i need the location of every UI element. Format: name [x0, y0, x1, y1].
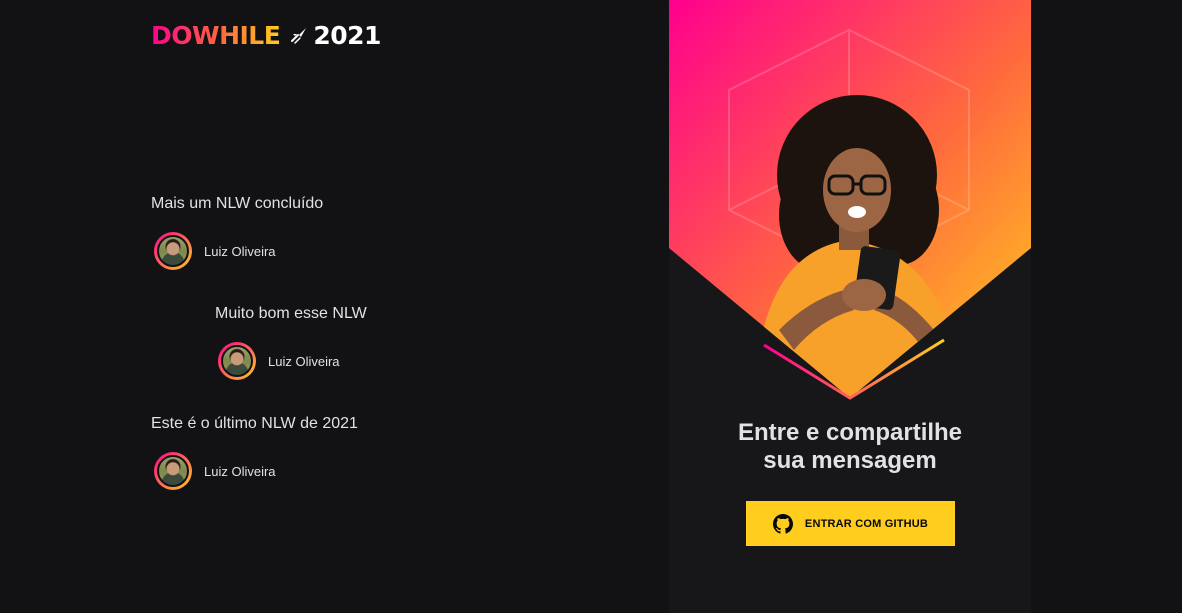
hero-banner [669, 0, 1031, 400]
avatar [221, 345, 253, 377]
avatar-ring [218, 342, 256, 380]
signin-title-line2: sua mensagem [763, 447, 937, 474]
avatar [157, 235, 189, 267]
signin-title-line1: Entre e compartilhe [737, 419, 963, 446]
avatar [157, 455, 189, 487]
message-text: Este é o último NLW de 2021 [151, 415, 358, 432]
github-button-label: ENTRAR COM GITHUB [804, 517, 929, 530]
message-author: Luiz Oliveira [151, 232, 591, 270]
message-item: Mais um NLW concluído Luiz Oliveira [151, 194, 591, 270]
github-icon [772, 513, 793, 534]
avatar-ring [154, 452, 192, 490]
dowhile-logo: DOWHILE 2021 [151, 20, 381, 52]
message-item: Este é o último NLW de 2021 Luiz Oliveir… [151, 414, 591, 490]
rocket-icon [291, 28, 307, 44]
author-name: Luiz Oliveira [204, 243, 276, 259]
logo-brand-text: DOWHILE [151, 21, 281, 50]
app-page: DOWHILE 2021 Mais um NLW concluído Luiz … [0, 0, 1182, 613]
hero-illustration [669, 0, 1031, 400]
message-item: Muito bom esse NLW Luiz Oliveira [215, 304, 655, 380]
message-text: Muito bom esse NLW [215, 305, 367, 322]
avatar-ring [154, 232, 192, 270]
author-name: Luiz Oliveira [204, 463, 276, 479]
message-author: Luiz Oliveira [215, 342, 655, 380]
author-name: Luiz Oliveira [268, 353, 340, 369]
signin-github-button[interactable]: ENTRAR COM GITHUB [746, 501, 955, 546]
message-text: Mais um NLW concluído [151, 195, 324, 212]
logo-year-text: 2021 [313, 21, 381, 50]
signin-title: Entre e compartilhe sua mensagem [669, 419, 1031, 475]
signin-panel: Entre e compartilhe sua mensagem ENTRAR … [669, 0, 1031, 613]
message-author: Luiz Oliveira [151, 452, 591, 490]
